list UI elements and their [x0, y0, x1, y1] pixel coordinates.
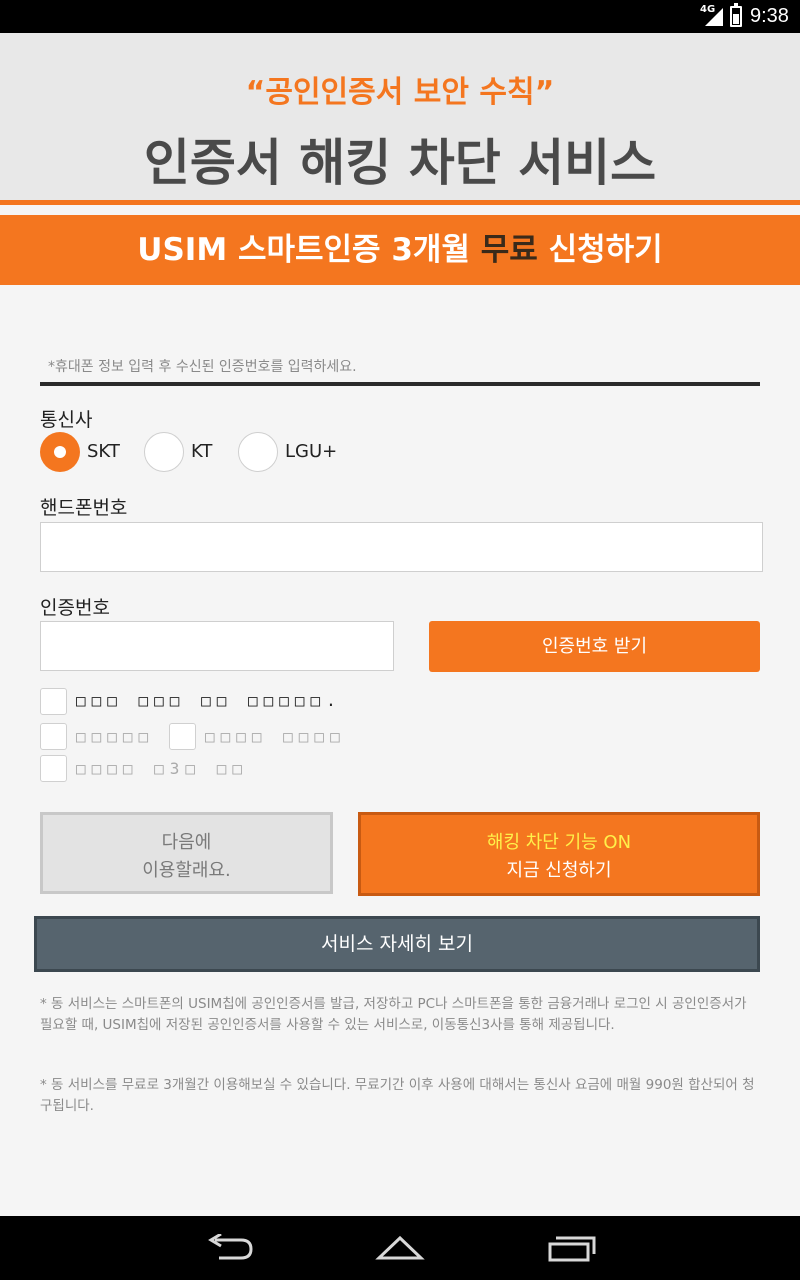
- page-title: 인증서 해킹 차단 서비스: [143, 134, 657, 192]
- code-label: 인증번호: [40, 597, 110, 619]
- recent-apps-icon[interactable]: [546, 1234, 596, 1262]
- code-input[interactable]: [40, 621, 394, 671]
- carrier-label: 통신사: [40, 409, 93, 431]
- later-button[interactable]: 다음에 이용할래요.: [40, 812, 333, 894]
- apply-line-2: 지금 신청하기: [506, 860, 612, 881]
- later-line-2: 이용할래요.: [142, 860, 231, 881]
- banner-text: USIM 스마트인증 3개월: [137, 232, 481, 268]
- apply-line-1: 해킹 차단 기능 ON: [486, 832, 632, 853]
- agree-all-checkbox[interactable]: [40, 688, 67, 715]
- agree-1-checkbox[interactable]: [40, 723, 67, 750]
- phone-label: 핸드폰번호: [40, 497, 128, 519]
- radio-kt-label[interactable]: KT: [191, 441, 212, 462]
- footnote-fee: * 동 서비스를 무료로 3개월간 이용해보실 수 있습니다. 무료기간 이후 …: [40, 1077, 755, 1114]
- input-notice: *휴대폰 정보 입력 후 수신된 인증번호를 입력하세요.: [48, 359, 357, 375]
- later-line-1: 다음에: [161, 832, 212, 853]
- battery-icon: [730, 3, 742, 27]
- agree-3-label: □□□□ □3□ □□: [76, 759, 248, 778]
- radio-lgu-label[interactable]: LGU+: [285, 441, 337, 462]
- status-bar: 4G 9:38: [0, 0, 800, 33]
- agree-3-checkbox[interactable]: [40, 755, 67, 782]
- radio-skt[interactable]: [40, 432, 80, 472]
- radio-lgu[interactable]: [238, 432, 278, 472]
- home-icon[interactable]: [375, 1234, 425, 1262]
- radio-kt[interactable]: [144, 432, 184, 472]
- promo-banner: USIM 스마트인증 3개월 무료 신청하기: [0, 215, 800, 285]
- signal-icon: [705, 8, 723, 26]
- agree-all-label: □□□ □□□ □□ □□□□□.: [76, 691, 342, 710]
- service-detail-button[interactable]: 서비스 자세히 보기: [34, 916, 760, 972]
- clock: 9:38: [750, 5, 789, 27]
- agree-1-label: □□□□□: [76, 727, 155, 746]
- back-icon[interactable]: [205, 1234, 255, 1262]
- navigation-bar: [0, 1216, 800, 1280]
- get-code-button[interactable]: 인증번호 받기: [429, 621, 760, 672]
- banner-highlight: 무료: [480, 232, 538, 268]
- apply-now-button[interactable]: 해킹 차단 기능 ON 지금 신청하기: [358, 812, 760, 896]
- footnote-service: * 동 서비스는 스마트폰의 USIM칩에 공인인증서를 발급, 저장하고 PC…: [40, 996, 747, 1033]
- agree-2-label: □□□□ □□□□: [205, 727, 346, 746]
- radio-skt-label[interactable]: SKT: [87, 441, 120, 462]
- agree-2-checkbox[interactable]: [169, 723, 196, 750]
- header-subtitle: “공인인증서 보안 수칙”: [245, 75, 555, 110]
- phone-input[interactable]: [40, 522, 763, 572]
- header: “공인인증서 보안 수칙” 인증서 해킹 차단 서비스: [0, 33, 800, 201]
- banner-text-end: 신청하기: [537, 232, 663, 268]
- notice-divider: [40, 382, 760, 386]
